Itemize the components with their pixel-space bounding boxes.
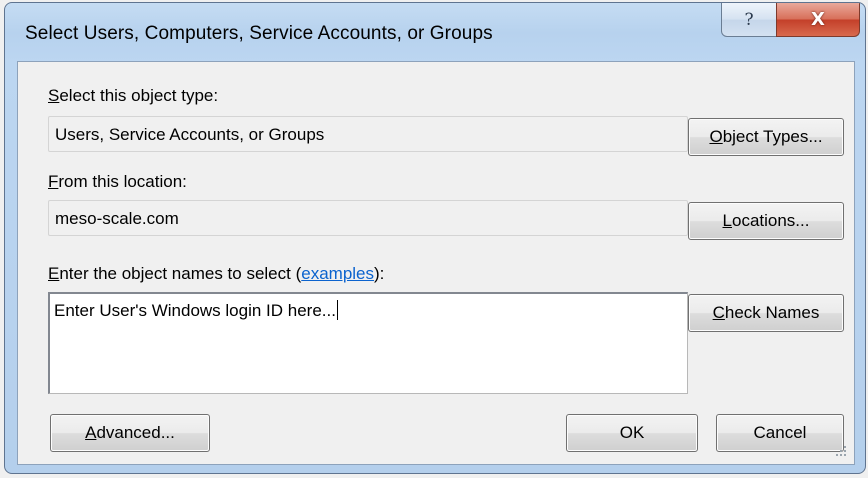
check-names-button[interactable]: Check Names — [688, 294, 844, 332]
window-title: Select Users, Computers, Service Account… — [25, 23, 493, 44]
object-names-input[interactable]: Enter User's Windows login ID here... — [48, 292, 688, 394]
resize-grip-icon[interactable] — [834, 444, 848, 458]
cancel-button[interactable]: Cancel — [716, 414, 844, 452]
question-mark-icon: ? — [744, 9, 754, 30]
location-label: From this location: — [48, 172, 187, 191]
locations-button[interactable]: Locations... — [688, 202, 844, 240]
object-type-field: Users, Service Accounts, or Groups — [48, 116, 688, 152]
object-type-label: Select this object type: — [48, 86, 219, 105]
location-field: meso-scale.com — [48, 200, 688, 236]
help-button[interactable]: ? — [721, 3, 777, 37]
examples-link[interactable]: examples — [301, 264, 374, 283]
object-types-button[interactable]: Object Types... — [688, 118, 844, 156]
title-bar[interactable]: Select Users, Computers, Service Account… — [5, 3, 865, 63]
dialog-body: Select this object type: Users, Service … — [17, 61, 855, 465]
ok-button[interactable]: OK — [566, 414, 698, 452]
close-button[interactable]: X — [776, 3, 860, 37]
advanced-button[interactable]: Advanced... — [50, 414, 210, 452]
object-names-label: Enter the object names to select (exampl… — [48, 264, 385, 283]
close-x-icon: X — [811, 9, 825, 30]
text-caret — [336, 300, 338, 320]
dialog-window: Select Users, Computers, Service Account… — [4, 2, 866, 474]
